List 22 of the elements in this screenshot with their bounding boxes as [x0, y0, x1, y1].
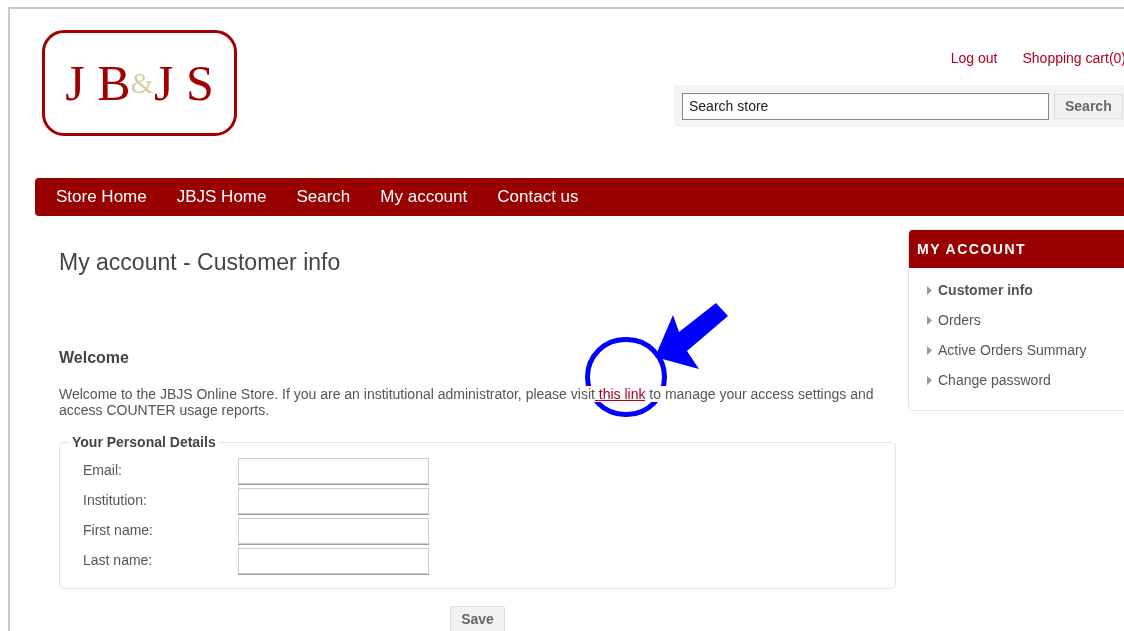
sidebar-link[interactable]: Active Orders Summary: [938, 340, 1087, 361]
sidebar-link[interactable]: Orders: [938, 310, 981, 331]
logout-link[interactable]: Log out: [950, 48, 998, 69]
search-field[interactable]: Search store: [682, 92, 1049, 120]
section-legend: Your Personal Details: [70, 431, 218, 453]
nav-link[interactable]: My account: [365, 184, 483, 210]
welcome-heading: Welcome: [59, 347, 130, 368]
field-label: Email:: [83, 461, 123, 480]
nav-link[interactable]: Contact us: [482, 184, 594, 210]
logo[interactable]: J B&J S: [42, 30, 237, 136]
sidebar-link[interactable]: Customer info: [938, 280, 1033, 301]
nav-link[interactable]: JBJS Home: [161, 184, 282, 210]
nav-link[interactable]: Store Home: [41, 184, 162, 210]
field-label: Last name:: [83, 551, 154, 570]
page-title: My account - Customer info: [59, 248, 342, 277]
nav-link[interactable]: Search: [281, 184, 366, 210]
sidebar-link[interactable]: Change password: [938, 370, 1051, 391]
sidebar-title: MY ACCOUNT: [909, 230, 1124, 268]
save-button[interactable]: Save: [450, 605, 505, 631]
field-label: Institution:: [83, 491, 148, 510]
field-label: First name:: [83, 521, 154, 540]
search-button[interactable]: Search: [1054, 93, 1123, 119]
